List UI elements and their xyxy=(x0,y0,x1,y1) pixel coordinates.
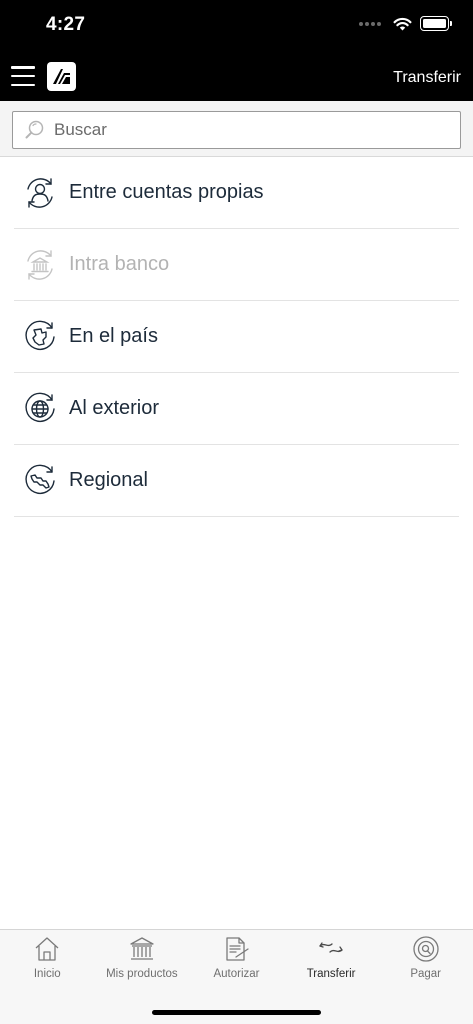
tab-autorizar[interactable]: Autorizar xyxy=(189,930,284,986)
battery-icon xyxy=(420,16,452,31)
tab-transferir[interactable]: Transferir xyxy=(284,930,379,986)
pay-coin-icon xyxy=(413,936,439,962)
bank-transfer-icon xyxy=(27,249,53,280)
page-title: Transferir xyxy=(393,69,461,86)
transfer-arrows-icon xyxy=(319,942,343,953)
tab-mis-productos[interactable]: Mis productos xyxy=(95,930,190,986)
document-sign-icon xyxy=(226,937,250,961)
tab-label: Inicio xyxy=(33,968,61,980)
search-icon xyxy=(25,120,44,139)
list-item-en-el-pais[interactable]: En el país xyxy=(14,301,459,373)
search-input[interactable] xyxy=(54,120,434,140)
list-item-label: Regional xyxy=(69,469,148,491)
country-map-icon xyxy=(25,320,55,350)
status-time: 4:27 xyxy=(46,14,86,35)
top-bar: 4:27 Transferir xyxy=(0,0,473,101)
list-item-label: Al exterior xyxy=(69,397,160,419)
list-item-intra-banco: Intra banco xyxy=(14,229,459,301)
hamburger-menu-button[interactable] xyxy=(11,66,35,86)
search-bar xyxy=(0,101,473,157)
list-item-label: Entre cuentas propias xyxy=(69,181,264,203)
tab-label: Autorizar xyxy=(213,968,260,980)
search-box[interactable] xyxy=(12,111,461,149)
tab-label: Pagar xyxy=(410,968,442,980)
bank-logo[interactable] xyxy=(47,62,76,91)
bottom-tab-bar: Inicio Mis productos Autorizar Transferi… xyxy=(0,929,473,1024)
list-item-label: En el país xyxy=(69,325,158,347)
logo-icon xyxy=(53,69,70,84)
tab-label: Mis productos xyxy=(106,968,178,980)
bank-icon xyxy=(130,937,154,960)
home-indicator xyxy=(152,1010,321,1015)
user-transfer-icon xyxy=(27,177,53,208)
wifi-icon xyxy=(393,17,412,30)
tab-pagar[interactable]: Pagar xyxy=(378,930,473,986)
region-map-icon xyxy=(25,464,55,494)
tab-label: Transferir xyxy=(306,968,356,980)
globe-icon xyxy=(25,392,55,422)
list-item-label: Intra banco xyxy=(69,253,170,275)
home-icon xyxy=(35,937,59,961)
list-item-regional[interactable]: Regional xyxy=(14,445,459,517)
status-icons xyxy=(359,16,452,31)
cellular-signal-icon xyxy=(359,21,381,26)
list-item-entre-cuentas-propias[interactable]: Entre cuentas propias xyxy=(14,157,459,229)
transfer-options-list: Entre cuentas propias Intra banco En el … xyxy=(14,157,459,517)
tab-inicio[interactable]: Inicio xyxy=(0,930,95,986)
list-item-al-exterior[interactable]: Al exterior xyxy=(14,373,459,445)
